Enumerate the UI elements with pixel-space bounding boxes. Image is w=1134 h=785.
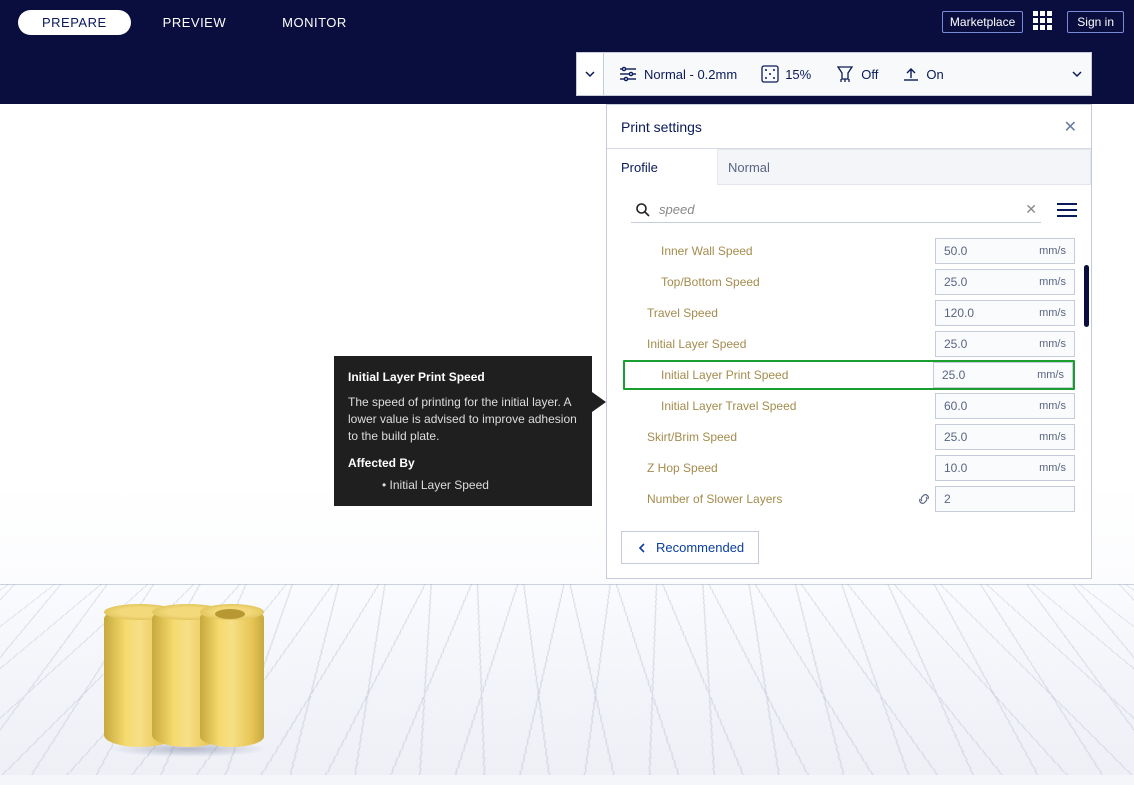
build-plate <box>0 584 1134 775</box>
setting-value-input[interactable]: 60.0mm/s <box>935 393 1075 419</box>
setting-row[interactable]: Initial Layer Travel Speed60.0mm/s <box>623 391 1075 421</box>
profile-selector[interactable]: Normal - 0.2mm <box>618 66 737 82</box>
setting-value-input[interactable]: 25.0mm/s <box>935 269 1075 295</box>
signin-button[interactable]: Sign in <box>1067 11 1124 33</box>
setting-label: Travel Speed <box>623 306 935 320</box>
adhesion-selector[interactable]: On <box>902 65 943 83</box>
profile-row: Profile Normal <box>607 149 1091 185</box>
setting-value: 120.0 <box>944 306 1039 320</box>
clear-search-button[interactable]: ✕ <box>1025 201 1037 218</box>
tab-monitor[interactable]: MONITOR <box>258 10 371 35</box>
setting-value: 25.0 <box>944 337 1039 351</box>
chevron-down-icon <box>584 68 596 80</box>
infill-icon <box>761 65 779 83</box>
setting-value-input[interactable]: 2 <box>935 486 1075 512</box>
setting-row[interactable]: Number of Slower Layers 2 <box>623 484 1075 514</box>
setting-row[interactable]: Inner Wall Speed50.0mm/s <box>623 236 1075 266</box>
setting-label: Initial Layer Travel Speed <box>623 399 935 413</box>
search-input[interactable] <box>651 202 1025 217</box>
chevron-down-icon <box>1071 68 1083 80</box>
setting-row[interactable]: Initial Layer Print Speed25.0mm/s <box>623 360 1075 390</box>
setting-row[interactable]: Travel Speed120.0mm/s <box>623 298 1075 328</box>
support-selector[interactable]: Off <box>835 65 878 83</box>
print-settings-strip: Normal - 0.2mm 15% Off On <box>603 52 1092 96</box>
setting-value: 60.0 <box>944 399 1039 413</box>
search-box: ✕ <box>631 197 1041 223</box>
support-label: Off <box>861 67 878 82</box>
tooltip-body: The speed of printing for the initial la… <box>348 394 578 444</box>
model-object[interactable] <box>104 597 264 755</box>
setting-label: Initial Layer Print Speed <box>625 368 933 382</box>
setting-value: 2 <box>944 492 1066 506</box>
tooltip-bullet: • Initial Layer Speed <box>348 478 578 492</box>
profile-field-label: Profile <box>607 160 717 175</box>
profile-label: Normal - 0.2mm <box>644 67 737 82</box>
tab-prepare[interactable]: PREPARE <box>18 10 131 35</box>
setting-label: Inner Wall Speed <box>623 244 935 258</box>
infill-selector[interactable]: 15% <box>761 65 811 83</box>
setting-value-input[interactable]: 25.0mm/s <box>935 424 1075 450</box>
panel-header: Print settings ✕ <box>607 105 1091 149</box>
tab-preview[interactable]: PREVIEW <box>139 10 250 35</box>
chevron-left-icon <box>636 542 648 554</box>
link-icon[interactable] <box>917 492 931 506</box>
apps-grid-icon[interactable] <box>1033 11 1055 33</box>
search-icon <box>635 202 651 218</box>
recommended-button[interactable]: Recommended <box>621 531 759 564</box>
setting-row[interactable]: Z Hop Speed10.0mm/s <box>623 453 1075 483</box>
setting-value-input[interactable]: 25.0mm/s <box>933 362 1073 388</box>
support-icon <box>835 65 855 83</box>
tooltip-affected-label: Affected By <box>348 456 578 470</box>
setting-unit: mm/s <box>1039 245 1066 257</box>
panel-close-button[interactable]: ✕ <box>1064 117 1077 137</box>
strip-collapse-button[interactable] <box>576 52 603 96</box>
setting-unit: mm/s <box>1037 369 1064 381</box>
setting-label: Z Hop Speed <box>623 461 935 475</box>
setting-unit: mm/s <box>1039 431 1066 443</box>
settings-menu-button[interactable] <box>1057 199 1077 221</box>
tooltip-arrow <box>592 392 606 412</box>
top-bar: PREPARE PREVIEW MONITOR Marketplace Sign… <box>0 0 1134 44</box>
setting-unit: mm/s <box>1039 276 1066 288</box>
setting-value-input[interactable]: 25.0mm/s <box>935 331 1075 357</box>
infill-label: 15% <box>785 67 811 82</box>
setting-tooltip: Initial Layer Print Speed The speed of p… <box>334 356 592 506</box>
adhesion-icon <box>902 65 920 83</box>
setting-unit: mm/s <box>1039 307 1066 319</box>
setting-value-input[interactable]: 120.0mm/s <box>935 300 1075 326</box>
setting-value-input[interactable]: 10.0mm/s <box>935 455 1075 481</box>
setting-unit: mm/s <box>1039 338 1066 350</box>
settings-list: Inner Wall Speed50.0mm/sTop/Bottom Speed… <box>607 229 1091 525</box>
print-settings-panel: Print settings ✕ Profile Normal ✕ Inner … <box>606 104 1092 579</box>
tooltip-title: Initial Layer Print Speed <box>348 370 578 384</box>
profile-dropdown[interactable]: Normal <box>717 149 1091 185</box>
setting-value-input[interactable]: 50.0mm/s <box>935 238 1075 264</box>
recommended-label: Recommended <box>656 540 744 555</box>
strip-expand-button[interactable] <box>1071 68 1083 80</box>
setting-value: 50.0 <box>944 244 1039 258</box>
setting-row[interactable]: Skirt/Brim Speed25.0mm/s <box>623 422 1075 452</box>
setting-label: Top/Bottom Speed <box>623 275 935 289</box>
panel-title: Print settings <box>621 119 702 135</box>
setting-label: Skirt/Brim Speed <box>623 430 935 444</box>
setting-row[interactable]: Initial Layer Speed25.0mm/s <box>623 329 1075 359</box>
setting-row[interactable]: Top/Bottom Speed25.0mm/s <box>623 267 1075 297</box>
setting-unit: mm/s <box>1039 400 1066 412</box>
search-row: ✕ <box>607 185 1091 229</box>
scrollbar-thumb[interactable] <box>1084 265 1089 327</box>
setting-label: Initial Layer Speed <box>623 337 935 351</box>
adhesion-label: On <box>926 67 943 82</box>
setting-value: 10.0 <box>944 461 1039 475</box>
setting-value: 25.0 <box>942 368 1037 382</box>
setting-unit: mm/s <box>1039 462 1066 474</box>
setting-value: 25.0 <box>944 430 1039 444</box>
marketplace-button[interactable]: Marketplace <box>942 11 1023 33</box>
setting-value: 25.0 <box>944 275 1039 289</box>
setting-label: Number of Slower Layers <box>623 492 917 506</box>
sliders-icon <box>618 66 638 82</box>
